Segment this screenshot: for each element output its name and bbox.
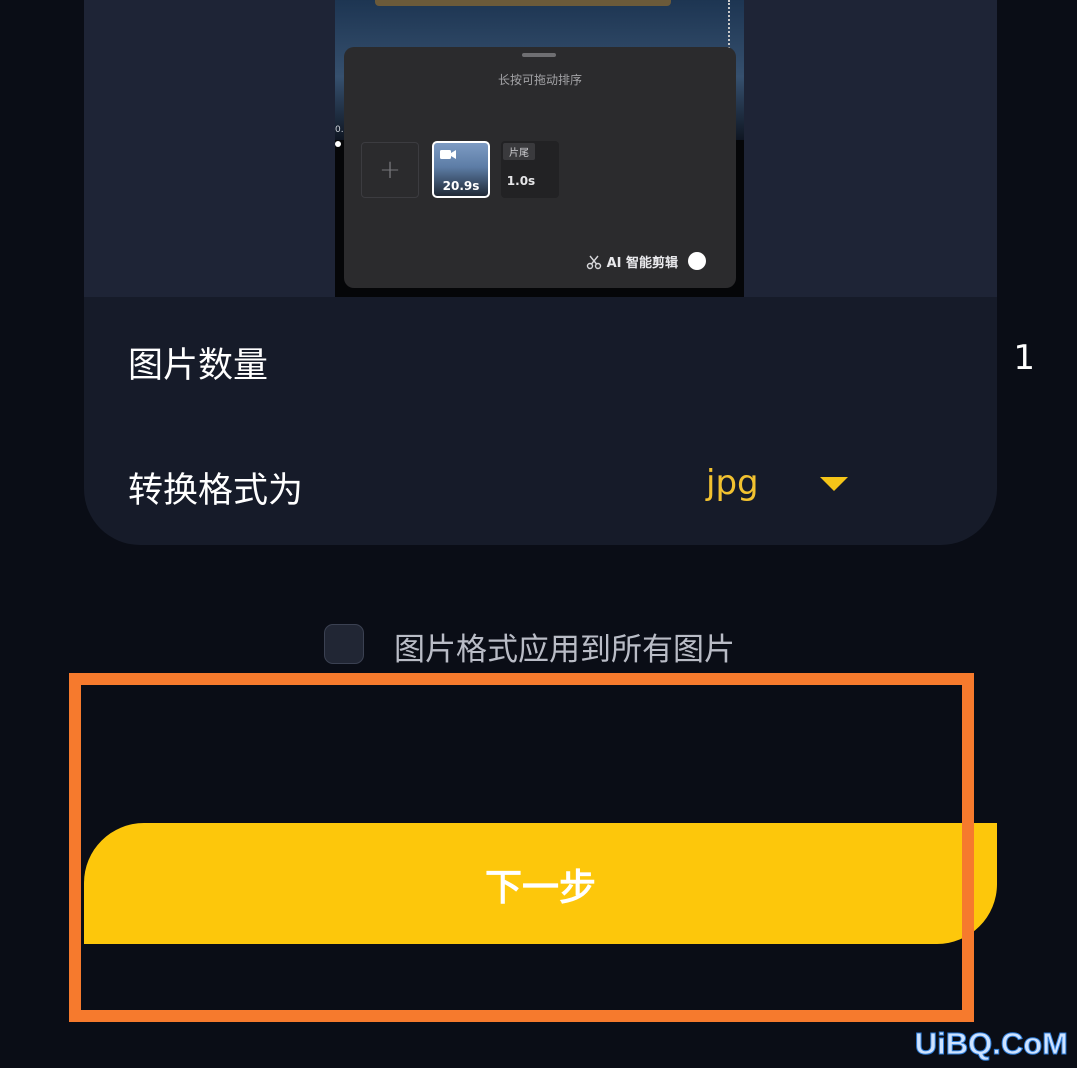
ending-badge: 片尾 xyxy=(503,143,535,160)
sheet-hint-text: 长按可拖动排序 xyxy=(497,73,582,87)
format-label: 转换格式为 xyxy=(128,471,304,511)
camera-icon xyxy=(440,150,456,159)
apply-all-label[interactable]: 图片格式应用到所有图片 xyxy=(394,624,735,669)
format-dropdown-value[interactable]: jpg xyxy=(706,463,759,503)
clip-duration: 20.9s xyxy=(442,179,480,193)
ending-duration: 1.0s xyxy=(506,174,536,188)
apply-all-checkbox[interactable] xyxy=(324,624,364,664)
ai-edit-label: AI 智能剪辑 xyxy=(606,256,678,271)
plus-icon: + xyxy=(379,155,401,185)
sheet-drag-handle[interactable] xyxy=(522,53,556,57)
timeline-marker-dot xyxy=(335,141,341,147)
scissors-icon xyxy=(586,255,601,269)
ai-edit-toggle[interactable] xyxy=(688,252,706,270)
phone-preview: 0. 长按可拖动排序 + 20.9s 片尾 1.0s AI 智能剪辑 xyxy=(335,0,744,297)
highlight-annotation-box xyxy=(69,673,974,1022)
video-preview-area: 0. 长按可拖动排序 + 20.9s 片尾 1.0s AI 智能剪辑 xyxy=(84,0,997,297)
image-count-value: 1 xyxy=(1013,338,1035,378)
watermark: UiBQ.CoM xyxy=(914,1026,1068,1062)
ending-clip[interactable]: 片尾 1.0s xyxy=(501,141,559,198)
video-clip-thumbnail[interactable]: 20.9s xyxy=(432,141,490,198)
image-count-label: 图片数量 xyxy=(128,346,269,386)
dropdown-caret-icon[interactable] xyxy=(820,477,848,491)
timeline-marker-label: 0. xyxy=(335,125,344,135)
add-clip-button[interactable]: + xyxy=(361,142,419,198)
video-top-bar xyxy=(375,0,671,6)
clip-sort-sheet: 长按可拖动排序 + 20.9s 片尾 1.0s AI 智能剪辑 xyxy=(344,47,736,288)
ai-edit-row: AI 智能剪辑 xyxy=(586,252,678,271)
